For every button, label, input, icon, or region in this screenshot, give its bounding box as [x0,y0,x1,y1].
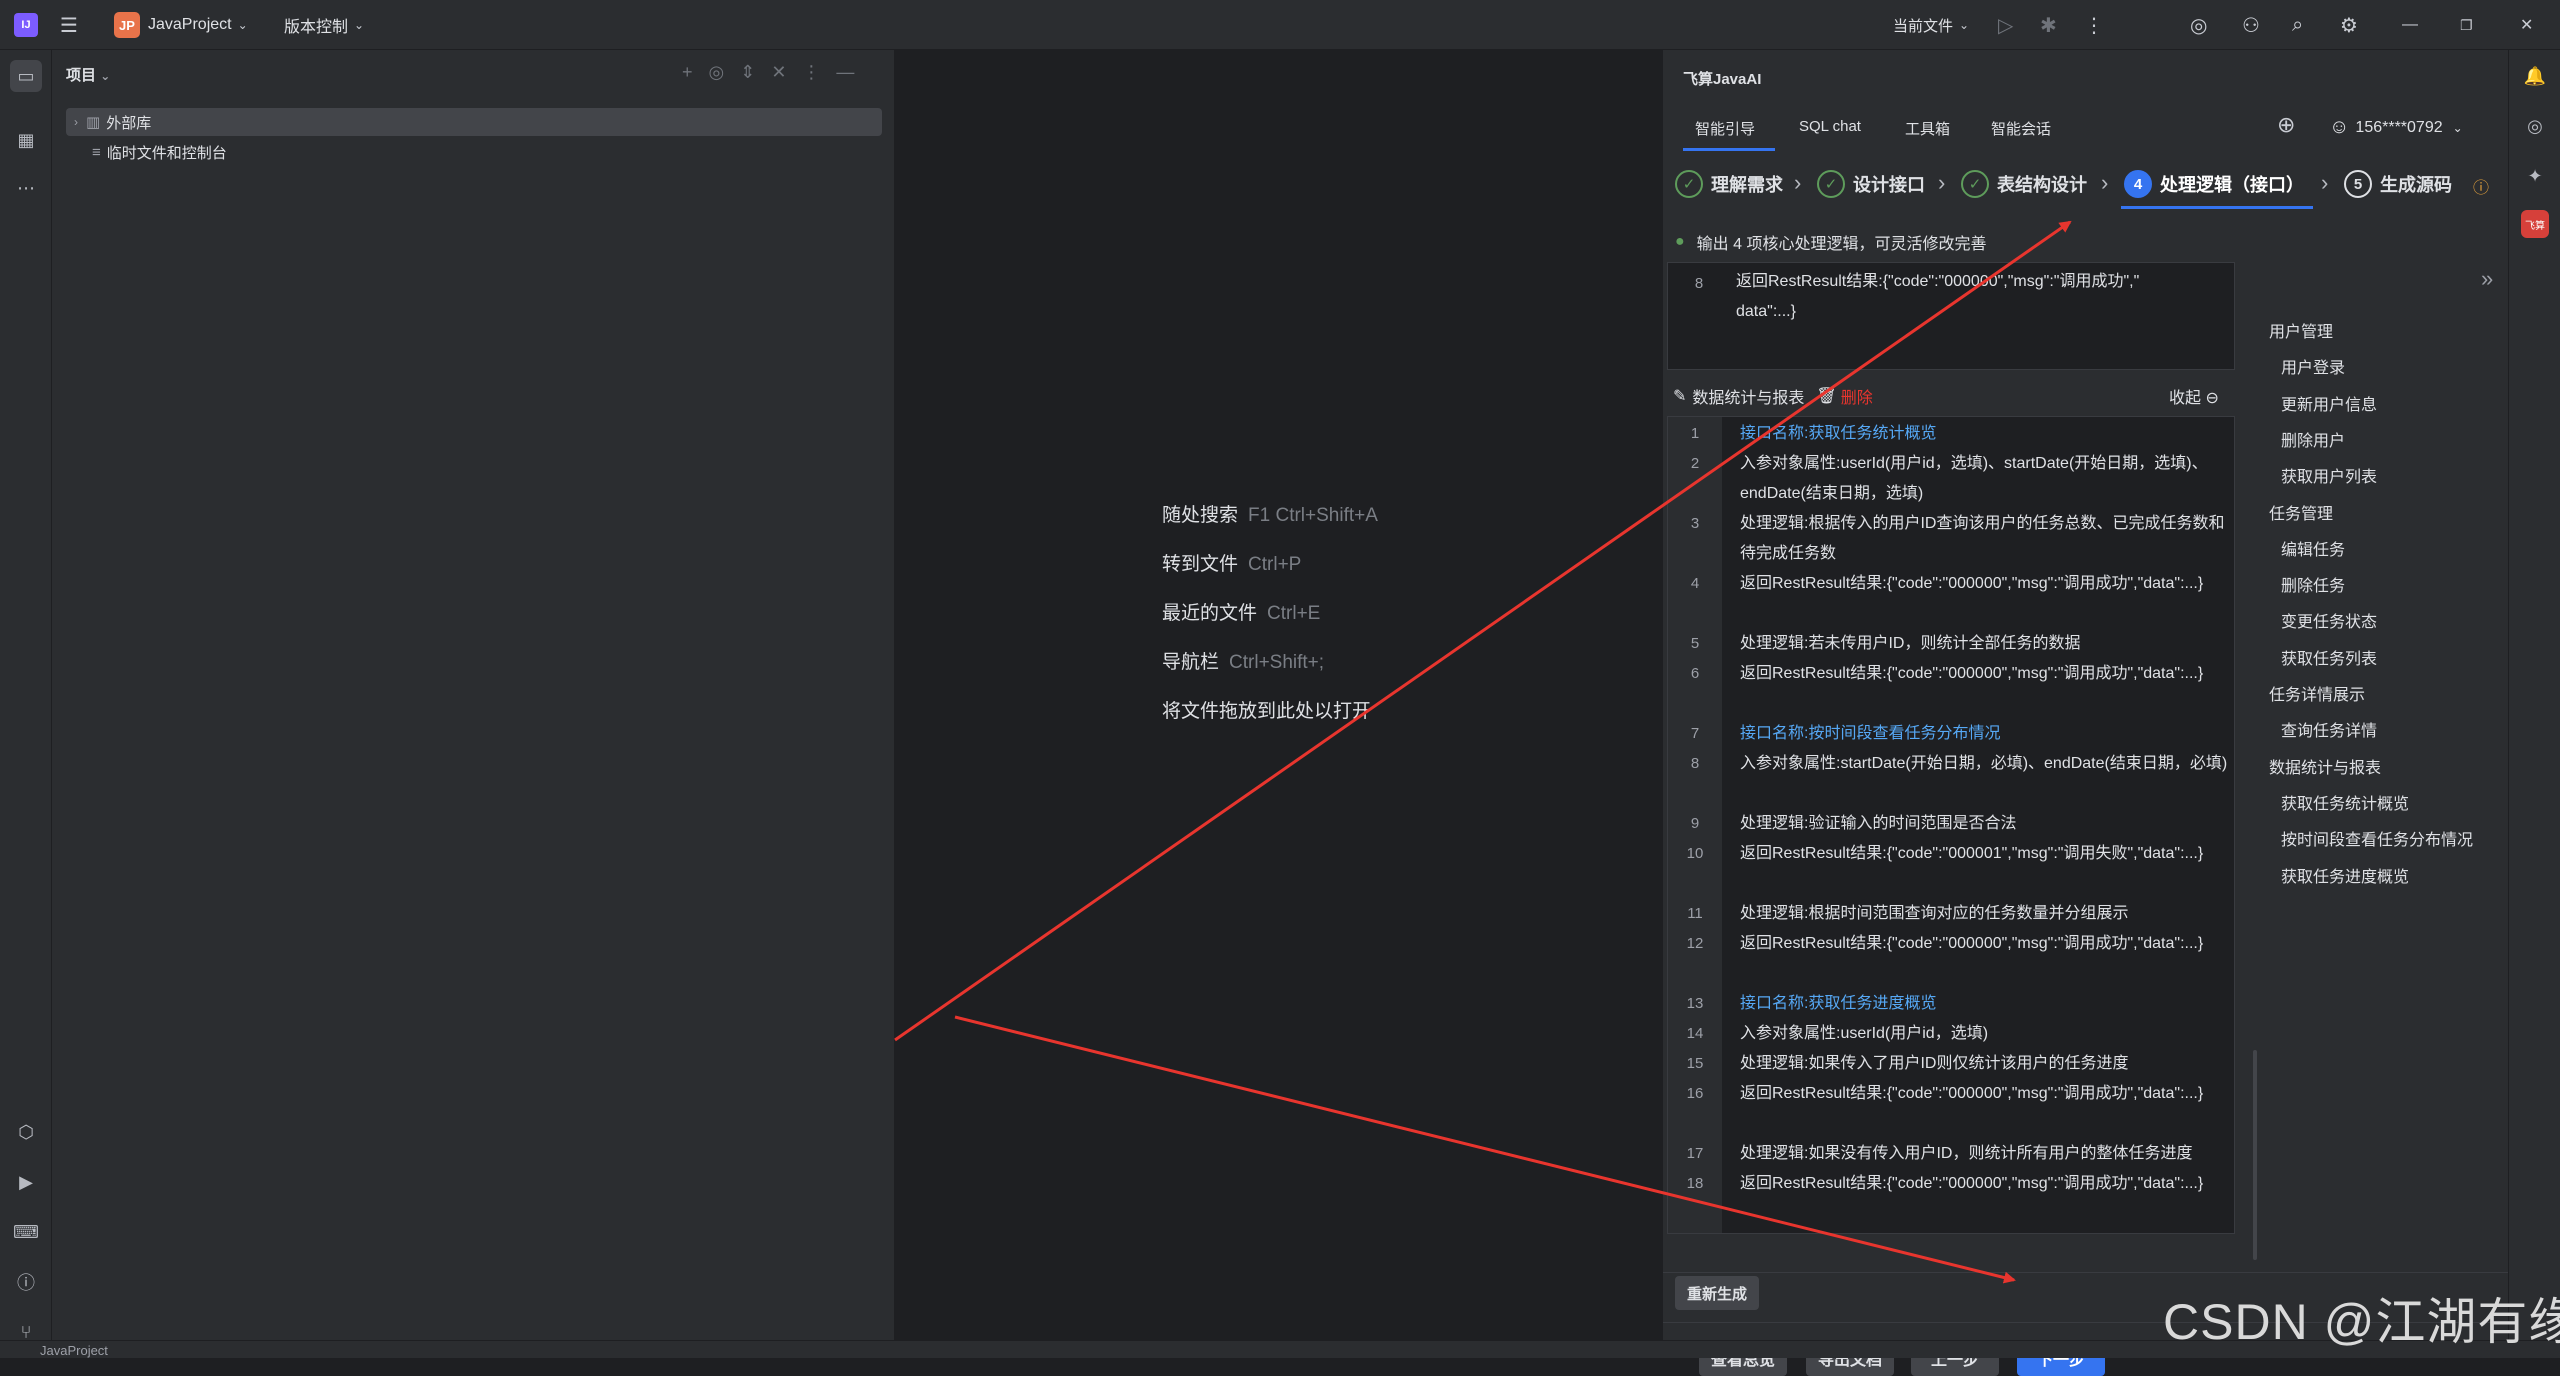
watermark: CSDN @江湖有缘 [2163,1294,2560,1350]
arrow-to-next-button [954,1015,2016,1284]
arrow-to-current-step [894,220,2072,1042]
annotation-arrows [894,220,2072,1284]
